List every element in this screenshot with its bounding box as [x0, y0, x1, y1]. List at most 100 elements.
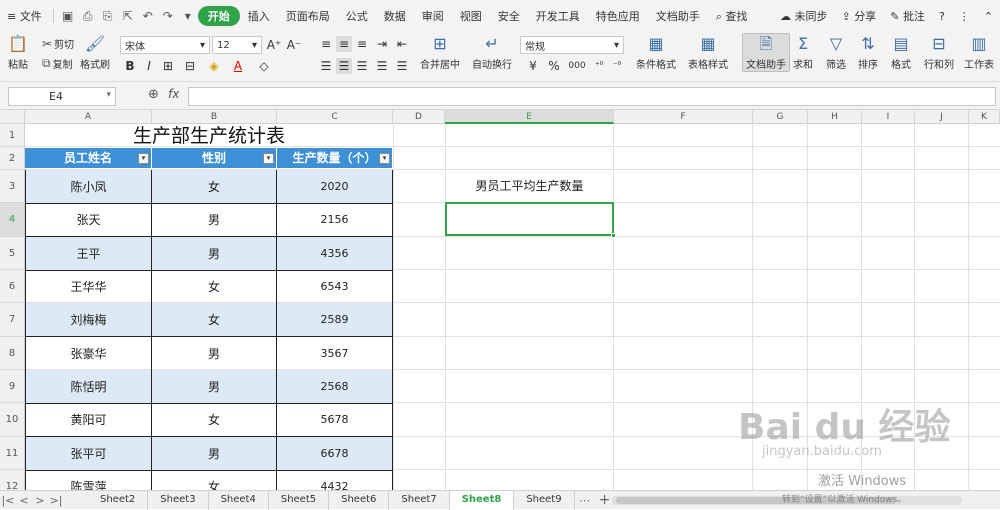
tab-data[interactable]: 数据: [376, 8, 414, 24]
tab-doc-assistant[interactable]: 文档助手: [648, 8, 708, 24]
row-header[interactable]: 8: [0, 337, 25, 370]
row-header[interactable]: 12: [0, 470, 25, 490]
column-header[interactable]: D: [393, 110, 445, 124]
sheet-tab-active[interactable]: Sheet8: [449, 490, 515, 510]
tab-review[interactable]: 审阅: [414, 8, 452, 24]
table-cell[interactable]: 张天: [25, 203, 152, 237]
more-sheets-icon[interactable]: ⋯: [575, 494, 595, 507]
filter-button[interactable]: ▽ 筛选: [826, 34, 846, 71]
column-header[interactable]: G: [753, 110, 808, 124]
sheet-tab[interactable]: Sheet7: [389, 490, 450, 510]
distribute-icon[interactable]: ☰: [394, 58, 410, 74]
format-button[interactable]: ▤ 格式: [891, 34, 911, 71]
filter-dropdown-icon[interactable]: ▾: [379, 153, 390, 164]
help-button[interactable]: ?: [932, 10, 952, 23]
sum-button[interactable]: Σ 求和: [793, 34, 813, 71]
decrease-decimal-icon[interactable]: ⁻⁰: [608, 58, 626, 74]
align-center-icon[interactable]: ☰: [336, 58, 352, 74]
table-cell[interactable]: 2020: [277, 170, 393, 204]
currency-icon[interactable]: ¥: [522, 58, 544, 74]
grow-font-icon[interactable]: A⁺: [266, 37, 282, 53]
next-sheet-icon[interactable]: >: [32, 494, 48, 507]
table-cell[interactable]: 女: [152, 470, 277, 490]
filter-dropdown-icon[interactable]: ▾: [263, 153, 274, 164]
save-icon[interactable]: ▣: [58, 9, 78, 23]
table-cell[interactable]: 5678: [277, 403, 393, 437]
table-cell[interactable]: 3567: [277, 337, 393, 371]
table-cell[interactable]: 男: [152, 203, 277, 237]
column-header[interactable]: C: [277, 110, 393, 124]
align-bottom-icon[interactable]: ≡: [354, 36, 370, 52]
column-header[interactable]: J: [915, 110, 969, 124]
table-cell[interactable]: 张平可: [25, 437, 152, 471]
cut-button[interactable]: ✂ 剪切: [42, 36, 74, 52]
font-color-icon[interactable]: A: [230, 58, 246, 74]
first-sheet-icon[interactable]: |<: [0, 494, 16, 507]
print-icon[interactable]: ⎘: [98, 9, 118, 24]
sheet-tab[interactable]: Sheet9: [514, 490, 575, 510]
tab-formulas[interactable]: 公式: [338, 8, 376, 24]
column-header-selected[interactable]: E: [445, 110, 614, 124]
bold-icon[interactable]: B: [122, 58, 138, 74]
outdent-icon[interactable]: ⇤: [394, 36, 410, 52]
table-style-button[interactable]: ▦ 表格样式: [688, 34, 728, 71]
row-header[interactable]: 1: [0, 124, 25, 147]
zoom-icon[interactable]: ⊕: [148, 87, 159, 102]
merge-border-icon[interactable]: ⊟: [182, 58, 198, 74]
tab-page-layout[interactable]: 页面布局: [278, 8, 338, 24]
border-icon[interactable]: ⊞: [160, 58, 176, 74]
row-header[interactable]: 10: [0, 403, 25, 437]
sheet-tab[interactable]: Sheet6: [329, 490, 390, 510]
clear-icon[interactable]: ◇: [256, 58, 272, 74]
format-painter-button[interactable]: 🖌 格式刷: [80, 34, 110, 71]
column-header[interactable]: B: [152, 110, 277, 124]
table-cell[interactable]: 女: [152, 170, 277, 204]
table-cell[interactable]: 刘梅梅: [25, 303, 152, 337]
table-cell[interactable]: 女: [152, 270, 277, 304]
select-all-corner[interactable]: [0, 110, 25, 124]
table-cell[interactable]: 2156: [277, 203, 393, 237]
italic-icon[interactable]: I: [141, 58, 157, 74]
align-right-icon[interactable]: ☰: [354, 58, 370, 74]
last-sheet-icon[interactable]: >|: [48, 494, 64, 507]
row-header[interactable]: 5: [0, 237, 25, 270]
prev-sheet-icon[interactable]: <: [16, 494, 32, 507]
tab-features[interactable]: 特色应用: [588, 8, 648, 24]
wrap-text-button[interactable]: ↵ 自动换行: [472, 34, 512, 71]
table-cell[interactable]: 男: [152, 370, 277, 404]
column-header[interactable]: K: [969, 110, 1000, 124]
percent-icon[interactable]: %: [546, 58, 562, 74]
search-icon[interactable]: ⌕ 查找: [708, 8, 756, 24]
paste-button[interactable]: 📋 粘贴: [8, 34, 28, 71]
table-cell[interactable]: 男: [152, 237, 277, 271]
font-size-select[interactable]: 12 ▾: [212, 36, 262, 54]
font-name-select[interactable]: 宋体 ▾: [120, 36, 210, 54]
merge-center-button[interactable]: ⊞ 合并居中: [420, 34, 460, 71]
table-cell[interactable]: 陈小凤: [25, 170, 152, 204]
column-header[interactable]: F: [614, 110, 753, 124]
shrink-font-icon[interactable]: A⁻: [286, 37, 302, 53]
row-header[interactable]: 2: [0, 147, 25, 170]
column-header[interactable]: A: [25, 110, 152, 124]
tab-home[interactable]: 开始: [197, 6, 240, 26]
header-cell[interactable]: 生产数量（个） ▾: [277, 148, 393, 168]
row-col-button[interactable]: ⊟ 行和列: [924, 34, 954, 71]
table-cell[interactable]: 陈雪萍: [25, 470, 152, 490]
header-cell[interactable]: 员工姓名 ▾: [25, 148, 152, 168]
table-cell[interactable]: 女: [152, 403, 277, 437]
share-button[interactable]: ⇪ 分享: [835, 8, 884, 24]
active-cell[interactable]: [445, 202, 616, 238]
table-cell[interactable]: 6543: [277, 270, 393, 304]
spreadsheet-grid[interactable]: A B C D E F G H I J K 1 2 3 4 5 6 7 8 9 …: [0, 110, 1000, 490]
number-format-select[interactable]: 常规 ▾: [520, 36, 624, 54]
fill-color-icon[interactable]: ◈: [206, 58, 222, 74]
tab-insert[interactable]: 插入: [240, 8, 278, 24]
row-header[interactable]: 11: [0, 437, 25, 470]
header-cell[interactable]: 性别 ▾: [152, 148, 277, 168]
row-header[interactable]: 6: [0, 270, 25, 303]
row-header[interactable]: 7: [0, 303, 25, 337]
table-cell[interactable]: 女: [152, 303, 277, 337]
worksheet-button[interactable]: ▥ 工作表: [964, 34, 994, 71]
table-title[interactable]: 生产部生产统计表: [25, 124, 393, 147]
row-header-selected[interactable]: 4: [0, 203, 25, 237]
